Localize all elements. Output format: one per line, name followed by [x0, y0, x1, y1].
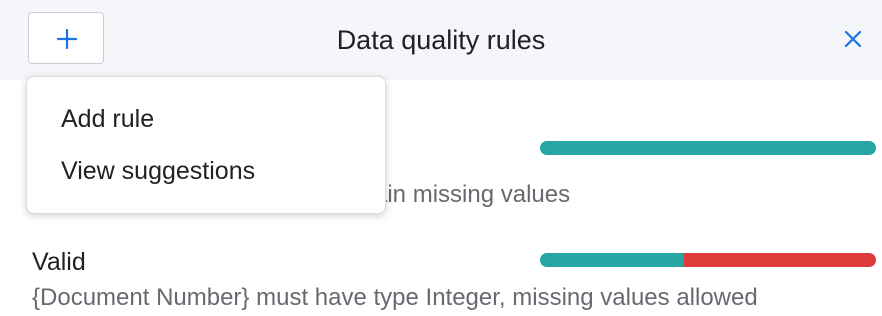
- rule-1-progress-bar: [540, 141, 876, 155]
- close-icon: [844, 30, 862, 48]
- add-button[interactable]: [28, 12, 104, 64]
- rule-2-label-wrap: Valid: [32, 248, 86, 277]
- add-menu: Add rule View suggestions: [26, 76, 386, 214]
- panel-title: Data quality rules: [336, 25, 546, 55]
- rule-description: {Document Number} must have type Integer…: [32, 284, 758, 311]
- rule-label: Valid: [32, 248, 86, 276]
- rule-2-invalid-segment: [684, 253, 876, 267]
- rule-2-progress-bar: [540, 253, 876, 267]
- panel-header: Data quality rules: [0, 0, 882, 80]
- menu-item-add-rule[interactable]: Add rule: [61, 105, 154, 134]
- rule-2-valid-segment: [540, 253, 685, 267]
- menu-item-view-suggestions[interactable]: View suggestions: [61, 157, 255, 186]
- plus-icon: [57, 29, 77, 49]
- rule-2-description-wrap: {Document Number} must have type Integer…: [32, 284, 758, 312]
- data-quality-panel: Data quality rules ain missing values Va…: [0, 0, 882, 316]
- close-button[interactable]: [836, 22, 870, 56]
- rule-1-valid-segment: [540, 141, 876, 155]
